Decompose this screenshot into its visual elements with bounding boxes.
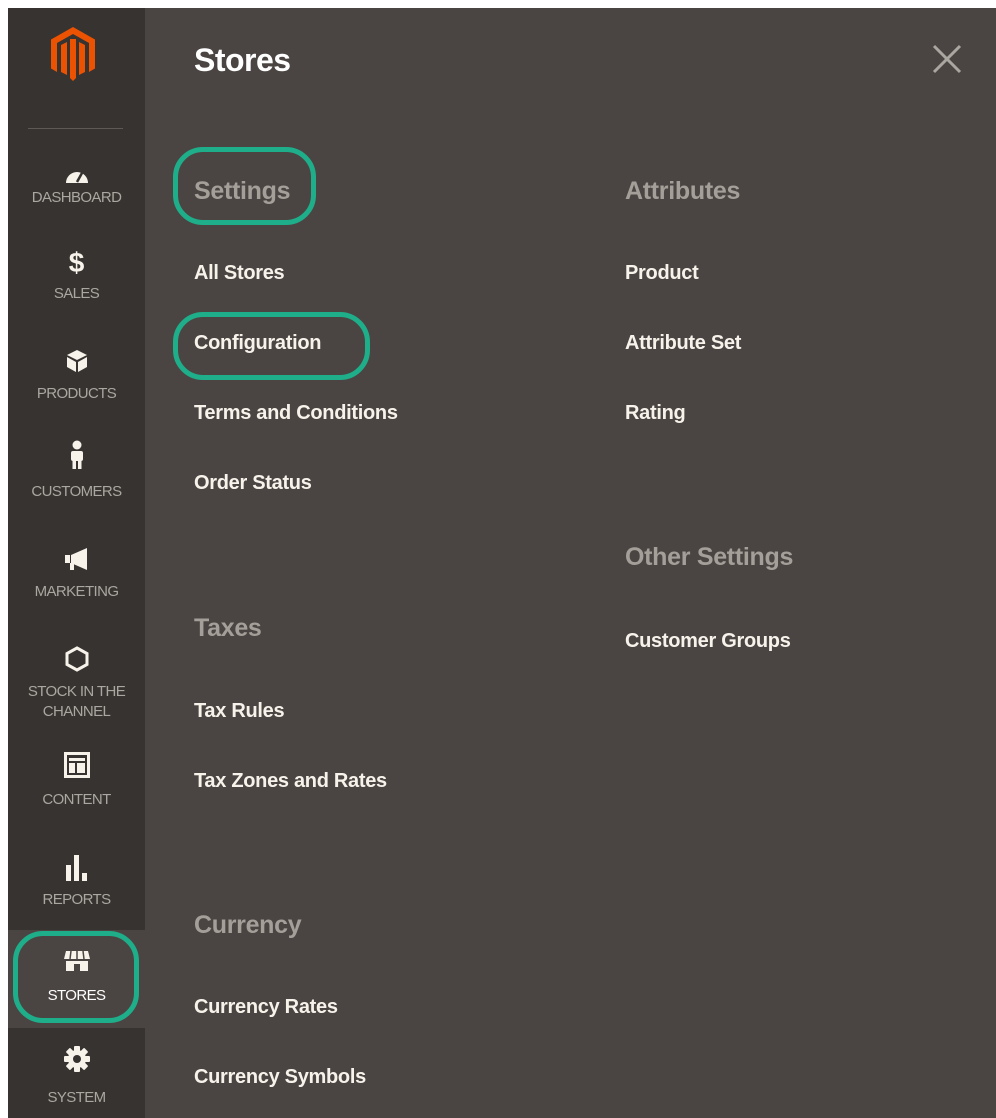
gear-icon (8, 1044, 145, 1074)
menu-link-tax-zones-and-rates[interactable]: Tax Zones and Rates (194, 770, 387, 793)
sidebar-item-label: SALES (53, 285, 100, 302)
sidebar-item-products[interactable]: PRODUCTS (8, 342, 145, 434)
menu-link-configuration[interactable]: Configuration (194, 332, 321, 355)
bar-chart-icon (8, 852, 145, 882)
sidebar-item-label: DASHBOARD (31, 189, 122, 206)
sidebar-item-label: REPORTS (42, 891, 111, 908)
sidebar-item-label: MARKETING (34, 583, 119, 600)
menu-link-tax-rules[interactable]: Tax Rules (194, 700, 285, 723)
dollar-icon: $ (68, 247, 85, 278)
menu-link-currency-symbols[interactable]: Currency Symbols (194, 1066, 366, 1089)
section-heading-other-settings: Other Settings (625, 543, 794, 571)
sidebar-item-label: PRODUCTS (36, 385, 117, 402)
menu-link-product[interactable]: Product (625, 262, 699, 285)
sidebar-item-system[interactable]: SYSTEM (8, 1038, 145, 1118)
admin-sidebar: DASHBOARD $ SALES PRODUCTS CUSTOMERS MAR… (8, 8, 145, 1118)
sidebar-item-marketing[interactable]: MARKETING (8, 538, 145, 630)
sidebar-item-label: STOCK IN THE (27, 683, 126, 700)
sidebar-item-label: SYSTEM (47, 1089, 106, 1106)
menu-link-attribute-set[interactable]: Attribute Set (625, 332, 741, 355)
sidebar-item-stores[interactable]: STORES (8, 930, 145, 1028)
sidebar-item-customers[interactable]: CUSTOMERS (8, 438, 145, 530)
logo-divider (28, 128, 123, 129)
sidebar-item-sales[interactable]: $ SALES (8, 246, 145, 338)
menu-link-rating[interactable]: Rating (625, 402, 686, 425)
dashboard-icon (8, 160, 145, 190)
hexagon-icon (8, 644, 145, 674)
section-heading-attributes: Attributes (625, 177, 741, 205)
sidebar-item-reports[interactable]: REPORTS (8, 844, 145, 936)
close-icon[interactable] (930, 42, 964, 76)
menu-link-customer-groups[interactable]: Customer Groups (625, 630, 791, 653)
section-heading-currency: Currency (194, 911, 302, 939)
megaphone-icon (8, 544, 145, 574)
menu-link-order-status[interactable]: Order Status (194, 472, 312, 495)
store-icon (8, 946, 145, 976)
sidebar-item-content[interactable]: CONTENT (8, 746, 145, 838)
menu-link-currency-rates[interactable]: Currency Rates (194, 996, 338, 1019)
menu-link-terms-and-conditions[interactable]: Terms and Conditions (194, 402, 398, 425)
layout-icon (8, 750, 145, 780)
cube-icon (8, 346, 145, 376)
panel-title: Stores (194, 42, 291, 78)
admin-frame: DASHBOARD $ SALES PRODUCTS CUSTOMERS MAR… (8, 8, 996, 1118)
sidebar-item-label: CHANNEL (42, 703, 111, 720)
sidebar-item-label: STORES (47, 987, 106, 1004)
magento-logo[interactable] (48, 25, 98, 83)
section-heading-settings: Settings (194, 177, 291, 205)
sidebar-item-label: CUSTOMERS (31, 483, 122, 500)
menu-link-all-stores[interactable]: All Stores (194, 262, 285, 285)
person-icon (8, 440, 145, 470)
section-heading-taxes: Taxes (194, 614, 262, 642)
sidebar-item-stock-in-the-channel[interactable]: STOCK IN THE CHANNEL (8, 638, 145, 738)
sidebar-item-label: CONTENT (42, 791, 111, 808)
sidebar-item-dashboard[interactable]: DASHBOARD (8, 148, 145, 240)
